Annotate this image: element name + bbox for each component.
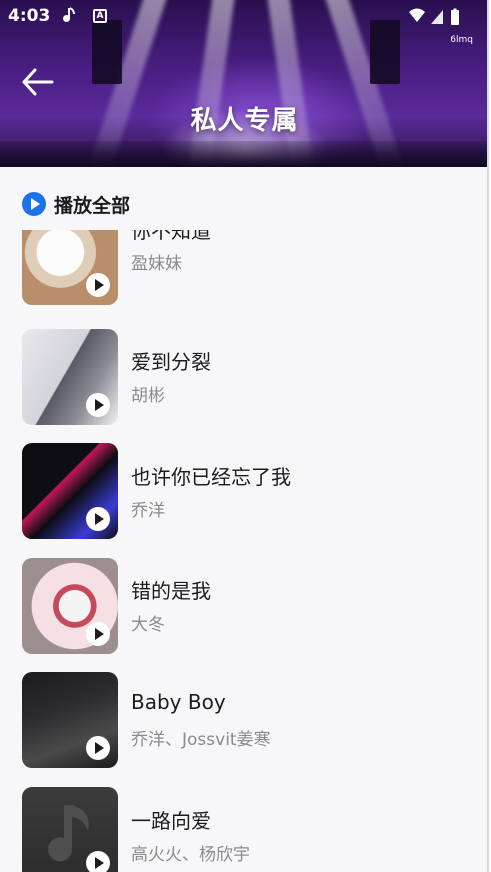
song-item[interactable]: 你不知道 盈妹妹	[0, 230, 487, 305]
signal-battery-icons	[409, 8, 459, 25]
app-screen: 4:03 A 6lmq 私人专属 播放全部 你不知道 盈妹妹 爱到分裂 胡彬 也…	[0, 0, 489, 872]
song-title: 一路向爱	[131, 809, 211, 833]
play-icon[interactable]	[86, 273, 110, 297]
song-title: Baby Boy	[131, 690, 226, 714]
play-icon[interactable]	[86, 736, 110, 760]
network-rate: 6lmq	[450, 35, 473, 45]
song-item[interactable]: 也许你已经忘了我 乔洋	[0, 443, 487, 539]
song-artist: 盈妹妹	[131, 254, 182, 274]
song-title: 也许你已经忘了我	[131, 465, 291, 489]
song-artist: 乔洋	[131, 501, 165, 521]
play-icon[interactable]	[86, 622, 110, 646]
play-icon[interactable]	[86, 507, 110, 531]
status-time: 4:03	[8, 6, 51, 26]
song-item[interactable]: Baby Boy 乔洋、Jossvit姜寒	[0, 672, 487, 768]
wifi-icon	[409, 8, 425, 22]
song-title: 爱到分裂	[131, 350, 211, 374]
album-cover	[22, 230, 118, 305]
music-note-icon	[63, 7, 75, 22]
play-icon[interactable]	[86, 851, 110, 872]
status-bar: 4:03 A 6lmq	[0, 0, 487, 45]
song-item[interactable]: 错的是我 大冬	[0, 558, 487, 654]
album-cover	[22, 558, 118, 654]
song-artist: 乔洋、Jossvit姜寒	[131, 730, 271, 750]
song-item[interactable]: 一路向爱 高火火、杨欣宇	[0, 787, 487, 872]
song-title: 你不知道	[131, 230, 211, 243]
header-banner: 4:03 A 6lmq 私人专属	[0, 0, 487, 167]
album-cover	[22, 787, 118, 872]
song-list: 你不知道 盈妹妹 爱到分裂 胡彬 也许你已经忘了我 乔洋 错的是我 大冬 Bab…	[0, 230, 487, 872]
cell-signal-icon	[431, 10, 443, 24]
page-title: 私人专属	[190, 106, 299, 136]
album-cover	[22, 443, 118, 539]
back-arrow-icon[interactable]	[18, 64, 58, 100]
play-circle-icon	[22, 192, 46, 216]
play-all-button[interactable]: 播放全部	[22, 190, 130, 218]
album-cover	[22, 672, 118, 768]
play-icon[interactable]	[86, 393, 110, 417]
app-notification-icon: A	[93, 9, 107, 23]
album-cover	[22, 329, 118, 425]
song-title: 错的是我	[131, 579, 211, 603]
play-all-label: 播放全部	[54, 194, 131, 217]
stage-floor	[0, 141, 487, 167]
battery-icon	[451, 10, 459, 25]
song-artist: 大冬	[131, 615, 165, 635]
song-item[interactable]: 爱到分裂 胡彬	[0, 329, 487, 425]
song-artist: 高火火、杨欣宇	[131, 845, 250, 865]
song-artist: 胡彬	[131, 386, 165, 406]
